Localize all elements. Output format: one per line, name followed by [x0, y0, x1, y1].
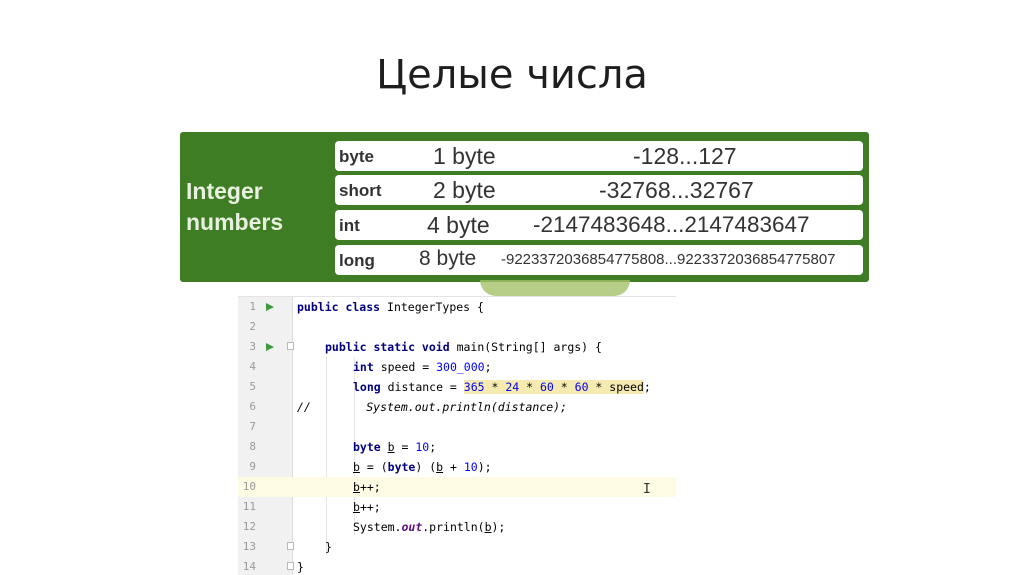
fold-icon[interactable]	[287, 342, 294, 350]
code-line-current[interactable]: 10 b++;	[238, 477, 676, 497]
code-text: public class IntegerTypes {	[297, 300, 484, 314]
line-number: 1	[249, 300, 256, 313]
fold-icon[interactable]	[287, 562, 294, 570]
line-number: 10	[242, 480, 256, 493]
line-number: 5	[249, 380, 256, 393]
code-text: }	[325, 540, 332, 554]
code-text: b++;	[353, 500, 381, 514]
code-text: }	[297, 560, 304, 574]
type-row-byte: byte 1 byte -128...127	[335, 141, 863, 171]
line-number: 9	[249, 460, 256, 473]
line-number: 13	[242, 540, 256, 553]
code-text: long distance = 365 * 24 * 60 * 60 * spe…	[353, 380, 651, 394]
line-number: 4	[249, 360, 256, 373]
heading-line-2: numbers	[186, 209, 284, 235]
type-range: -128...127	[633, 143, 737, 169]
type-range: -32768...32767	[599, 177, 754, 203]
code-text: // System.out.println(distance);	[297, 400, 568, 414]
type-size: 8 byte	[419, 247, 477, 270]
type-name: int	[339, 216, 360, 235]
decorative-blob	[480, 280, 630, 296]
integer-types-table: Integer numbers byte 1 byte -128...127 s…	[180, 132, 869, 282]
code-line[interactable]: 4 int speed = 300_000;	[238, 357, 676, 377]
text-cursor-icon: I	[643, 482, 651, 497]
line-number: 11	[242, 500, 256, 513]
type-size: 1 byte	[433, 143, 496, 169]
type-name: short	[339, 181, 382, 200]
run-icon[interactable]	[266, 303, 274, 311]
type-row-long: long 8 byte -9223372036854775808...92233…	[335, 245, 863, 275]
code-text: public static void main(String[] args) {	[325, 340, 602, 354]
code-text: b++;	[353, 480, 381, 494]
code-line[interactable]: 11 b++;	[238, 497, 676, 517]
code-line[interactable]: 2	[238, 317, 676, 337]
code-line[interactable]: 6 // System.out.println(distance);	[238, 397, 676, 417]
line-number: 6	[249, 400, 256, 413]
code-line[interactable]: 5 long distance = 365 * 24 * 60 * 60 * s…	[238, 377, 676, 397]
code-line[interactable]: 9 b = (byte) (b + 10);	[238, 457, 676, 477]
code-line[interactable]: 12 System.out.println(b);	[238, 517, 676, 537]
type-range: -2147483648...2147483647	[533, 212, 810, 237]
code-line[interactable]: 7	[238, 417, 676, 437]
run-icon[interactable]	[266, 343, 274, 351]
type-size: 2 byte	[433, 177, 496, 203]
code-line[interactable]: 3 public static void main(String[] args)…	[238, 337, 676, 357]
type-row-short: short 2 byte -32768...32767	[335, 175, 863, 205]
code-line[interactable]: 13 }	[238, 537, 676, 557]
type-name: byte	[339, 147, 374, 166]
code-text: System.out.println(b);	[353, 520, 506, 534]
line-number: 3	[249, 340, 256, 353]
table-heading: Integer numbers	[186, 176, 326, 238]
code-text: byte b = 10;	[353, 440, 437, 454]
fold-icon[interactable]	[287, 542, 294, 550]
code-line[interactable]: 8 byte b = 10;	[238, 437, 676, 457]
line-number: 7	[249, 420, 256, 433]
code-editor[interactable]: 1 public class IntegerTypes { 2 3 public…	[238, 296, 676, 575]
type-row-int: int 4 byte -2147483648...2147483647	[335, 210, 863, 240]
code-line[interactable]: 14 }	[238, 557, 676, 575]
line-number: 2	[249, 320, 256, 333]
slide-title: Целые числа	[376, 52, 648, 98]
type-range: -9223372036854775808...92233720368547758…	[501, 251, 836, 268]
type-size: 4 byte	[427, 212, 490, 238]
heading-line-1: Integer	[186, 178, 263, 204]
code-text: int speed = 300_000;	[353, 360, 492, 374]
line-number: 8	[249, 440, 256, 453]
type-name: long	[339, 251, 375, 270]
line-number: 14	[242, 560, 256, 573]
code-line[interactable]: 1 public class IntegerTypes {	[238, 297, 676, 317]
code-text: b = (byte) (b + 10);	[353, 460, 492, 474]
line-number: 12	[242, 520, 256, 533]
